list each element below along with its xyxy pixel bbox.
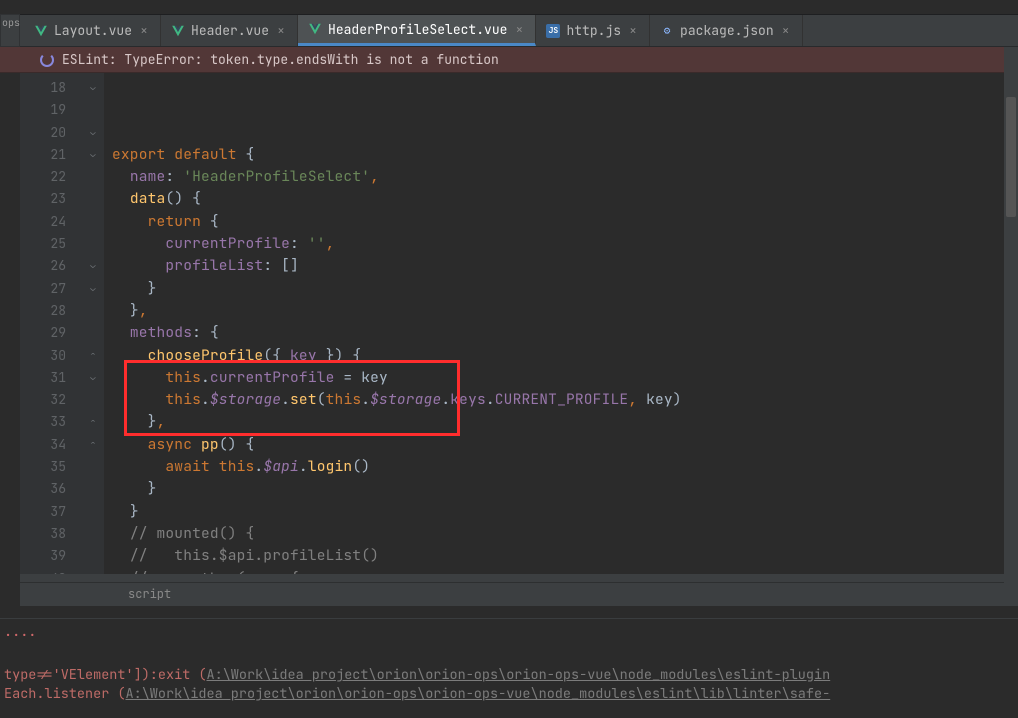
code-line: this.$storage.set(this.$storage.keys.CUR… <box>112 389 1018 411</box>
code-line: return { <box>112 211 1018 233</box>
code-line: async pp() { <box>112 434 1018 456</box>
code-line: } <box>112 278 1018 300</box>
tab-label: http.js <box>566 22 621 39</box>
term-line: Each.listener (A:\Work\idea project\orio… <box>4 685 1014 704</box>
code-line: // mounted() { <box>112 523 1018 545</box>
tool-window-stripe[interactable]: ops <box>0 14 20 47</box>
tab-label: Layout.vue <box>54 22 132 39</box>
code-line: export default { <box>112 144 1018 166</box>
fold-icon[interactable]: ⌃ <box>88 417 98 427</box>
fold-icon[interactable]: ⌄ <box>88 127 98 137</box>
tab-package-json[interactable]: ⚙ package.json × <box>650 15 803 46</box>
fold-icon[interactable]: ⌃ <box>88 350 98 360</box>
code-line: } <box>112 478 1018 500</box>
fold-icon[interactable]: ⌃ <box>88 439 98 449</box>
code-line: this.currentProfile = key <box>112 367 1018 389</box>
tab-label: Header.vue <box>191 22 269 39</box>
fold-column[interactable]: ⌄ ⌄ ⌄ ⌄ ⌄ ⌃ ⌄ ⌃ ⌃ <box>84 73 104 574</box>
code-line: }, <box>112 300 1018 322</box>
code-line: // .then(e => { <box>112 568 1018 574</box>
tab-label: package.json <box>680 22 774 39</box>
code-area[interactable]: export default { name: 'HeaderProfileSel… <box>104 73 1018 574</box>
term-line: type!='VElement']):exit (A:\Work\idea pr… <box>4 666 1014 685</box>
banner-text: ESLint: TypeError: token.type.endsWith i… <box>62 51 499 68</box>
close-icon[interactable]: × <box>780 22 792 39</box>
close-icon[interactable]: × <box>275 22 287 39</box>
tab-label: HeaderProfileSelect.vue <box>328 21 507 38</box>
code-line: currentProfile: '', <box>112 233 1018 255</box>
code-line: name: 'HeaderProfileSelect', <box>112 166 1018 188</box>
tab-headerprofileselect-vue[interactable]: HeaderProfileSelect.vue × <box>298 15 536 46</box>
eslint-warning-banner[interactable]: ESLint: TypeError: token.type.endsWith i… <box>0 47 1018 73</box>
term-dots: .... <box>4 623 1014 642</box>
code-line: methods: { <box>112 322 1018 344</box>
code-line: // this.$api.profileList() <box>112 545 1018 567</box>
code-line: chooseProfile({ key }) { <box>112 345 1018 367</box>
vertical-scrollbar[interactable] <box>1004 47 1018 587</box>
code-line: await this.$api.login() <box>112 456 1018 478</box>
tab-http-js[interactable]: JS http.js × <box>536 15 650 46</box>
close-icon[interactable]: × <box>513 21 525 38</box>
editor-tabs: Layout.vue×Header.vue×HeaderProfileSelec… <box>0 14 1018 47</box>
editor[interactable]: 1819202122232425262728293031323334353637… <box>20 73 1018 574</box>
close-icon[interactable]: × <box>138 22 150 39</box>
fold-icon[interactable]: ⌄ <box>88 260 98 270</box>
js-icon: JS <box>546 24 560 38</box>
vue-icon <box>308 22 322 36</box>
fold-icon[interactable]: ⌄ <box>88 82 98 92</box>
close-icon[interactable]: × <box>627 22 639 39</box>
code-line: } <box>112 501 1018 523</box>
horizontal-scrollbar[interactable] <box>20 574 1018 582</box>
tab-header-vue[interactable]: Header.vue × <box>161 15 298 46</box>
line-numbers: 1819202122232425262728293031323334353637… <box>20 73 84 574</box>
code-line: }, <box>112 411 1018 433</box>
fold-icon[interactable]: ⌄ <box>88 372 98 382</box>
fold-icon[interactable]: ⌄ <box>88 149 98 159</box>
breadcrumb[interactable]: script <box>20 582 1018 606</box>
terminal-panel[interactable]: .... type!='VElement']):exit (A:\Work\ide… <box>0 618 1018 718</box>
code-line: data() { <box>112 188 1018 210</box>
spinner-icon <box>40 53 54 67</box>
code-line: profileList: [] <box>112 255 1018 277</box>
json-icon: ⚙ <box>660 24 674 38</box>
vue-icon <box>171 24 185 38</box>
tab-layout-vue[interactable]: Layout.vue × <box>24 15 161 46</box>
vue-icon <box>34 24 48 38</box>
fold-icon[interactable]: ⌄ <box>88 283 98 293</box>
